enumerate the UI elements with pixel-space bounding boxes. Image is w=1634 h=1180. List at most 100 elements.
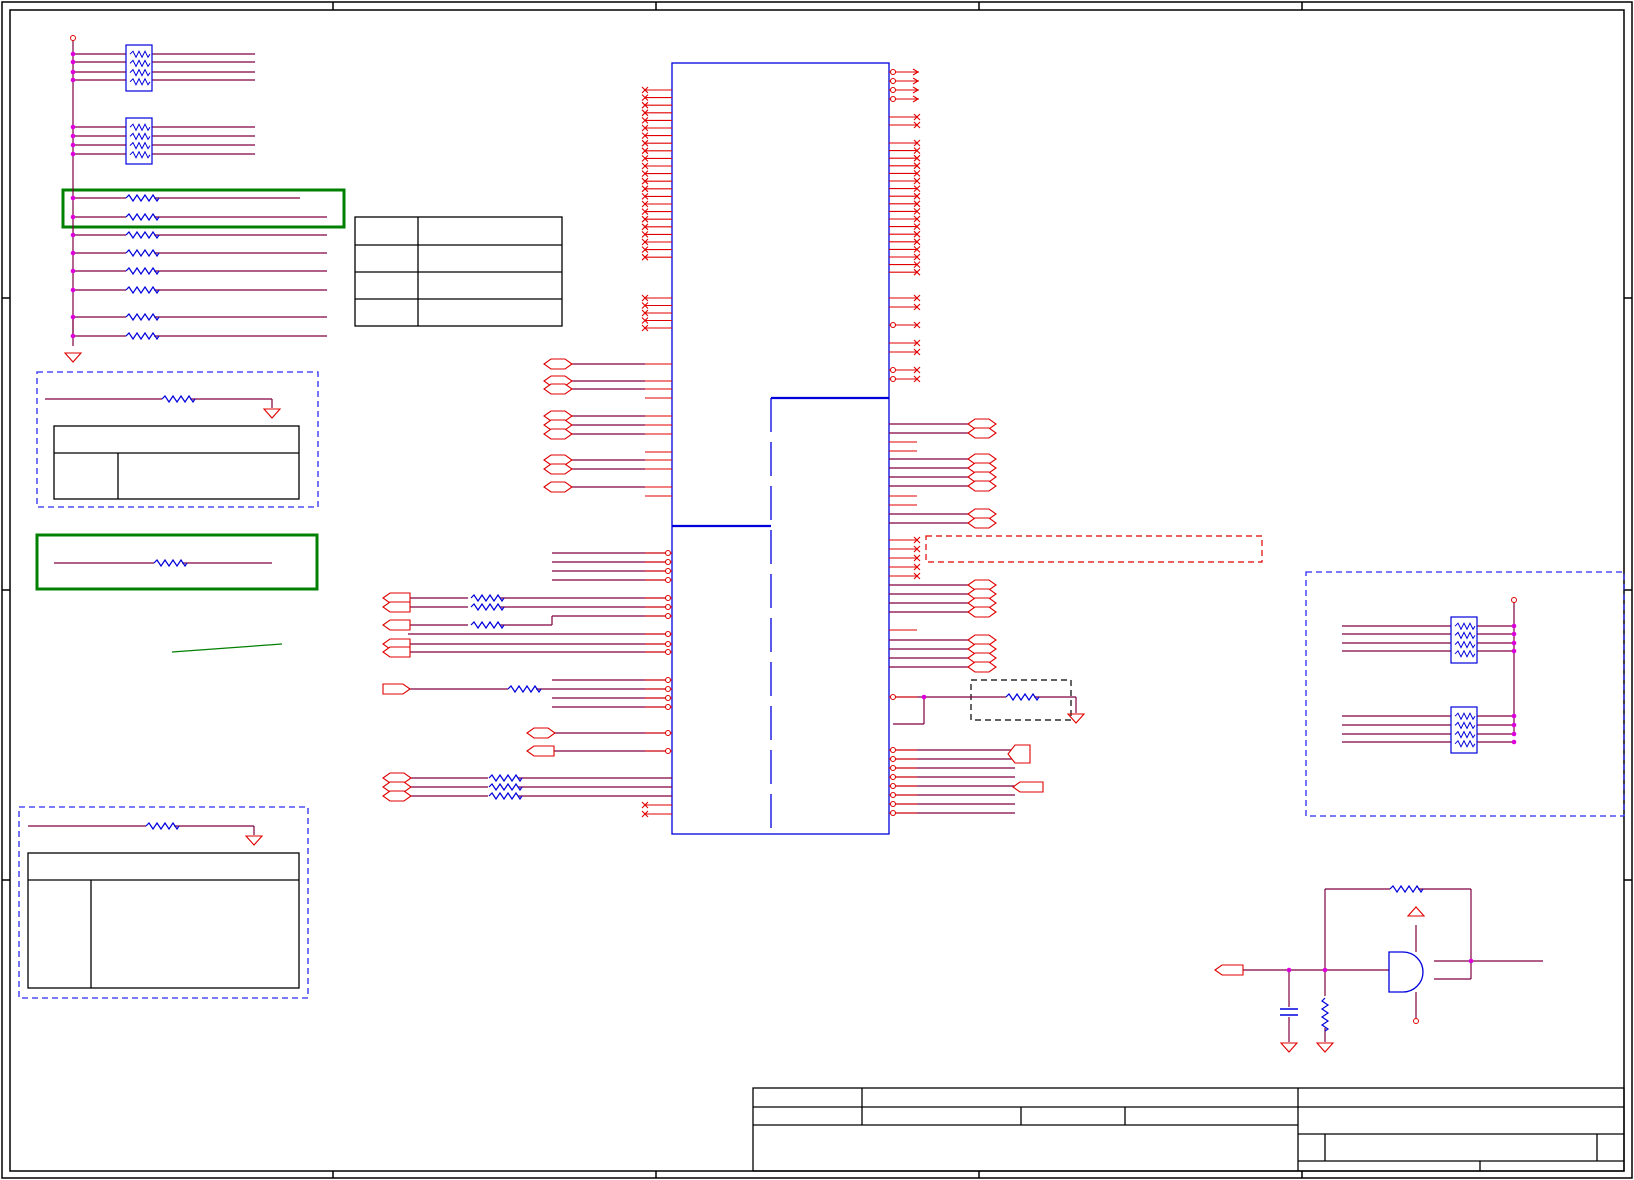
pin-bubble (664, 594, 672, 602)
port-connector (967, 427, 997, 439)
pin-bubble (664, 567, 672, 575)
pin-bubble (664, 558, 672, 566)
note-box-2 (18, 806, 309, 999)
resistor-icon (1320, 997, 1330, 1032)
note-box-1 (36, 371, 319, 508)
pin-bubble (664, 703, 672, 711)
port-connector (967, 480, 997, 492)
port-connector (543, 383, 573, 395)
resistor-zigzag (129, 50, 151, 59)
pin-bubble (664, 612, 672, 620)
resistor-zigzag (1454, 721, 1476, 730)
junction-dot (70, 124, 76, 130)
pin-bubble (889, 755, 897, 763)
resistor-zigzag (129, 132, 151, 141)
junction-dot (70, 151, 76, 157)
resistor-icon (470, 620, 505, 630)
pin-bubble (889, 746, 897, 754)
junction-dot (1322, 967, 1328, 973)
main-ic (671, 62, 890, 835)
highlight-box-1 (61, 188, 346, 229)
port-connector (967, 661, 997, 673)
port-connector (967, 517, 997, 529)
pin-bubble (889, 764, 897, 772)
highlight-box-2 (35, 533, 319, 591)
junction-dot (70, 333, 76, 339)
resistor-zigzag (1454, 712, 1476, 721)
pin-bubble (889, 800, 897, 808)
junction-dot (1511, 713, 1517, 719)
resistor-icon (488, 782, 523, 792)
power-pin (1511, 597, 1517, 603)
junction-dot (1511, 722, 1517, 728)
junction-dot (1511, 731, 1517, 737)
port-connector (967, 606, 997, 618)
port-connector (382, 619, 411, 631)
pin-bubble (664, 729, 672, 737)
junction-dot (1511, 631, 1517, 637)
pin-bubble (889, 86, 897, 94)
resistor-icon (470, 593, 505, 603)
junction-dot (70, 195, 76, 201)
resistor-zigzag (1454, 631, 1476, 640)
ground-symbol (244, 835, 264, 846)
junction-dot (1511, 739, 1517, 745)
ground-symbol (1279, 1042, 1299, 1053)
pin-bubble (889, 77, 897, 85)
junction-dot (70, 314, 76, 320)
junction-dot (1286, 967, 1292, 973)
pin-bubble (889, 782, 897, 790)
junction-dot (70, 268, 76, 274)
pin-bubble (889, 375, 897, 383)
junction-dot (1511, 648, 1517, 654)
pin-bubble (664, 549, 672, 557)
port-connector (526, 727, 556, 739)
port-connector (526, 745, 555, 757)
option-table-left-1 (53, 425, 300, 500)
pin-bubble (889, 366, 897, 374)
junction-dot (1511, 623, 1517, 629)
pin-bubble (664, 603, 672, 611)
resistor-zigzag (1454, 730, 1476, 739)
pin-bubble (664, 694, 672, 702)
resistor-zigzag (129, 77, 151, 86)
junction-dot (70, 142, 76, 148)
pin-bubble (664, 640, 672, 648)
pin-bubble (889, 809, 897, 817)
pin-bubble (889, 791, 897, 799)
pin-bubble (889, 95, 897, 103)
resistor-zigzag (1454, 739, 1476, 748)
pin-bubble (664, 648, 672, 656)
port-connector (1012, 781, 1044, 793)
port-connector (382, 683, 411, 695)
junction-dot (70, 287, 76, 293)
port-connector (1214, 964, 1244, 976)
pin-bubble (1413, 1018, 1419, 1024)
resistor-icon (470, 602, 505, 612)
port-connector (543, 463, 573, 475)
ground-symbol (63, 352, 83, 363)
junction-dot (70, 69, 76, 75)
resistor-zigzag (129, 68, 151, 77)
port-connector (382, 790, 412, 802)
junction-dot (70, 250, 76, 256)
junction-dot (70, 51, 76, 57)
title-block (752, 1087, 1625, 1172)
junction-dot (70, 214, 76, 220)
resistor-zigzag (1454, 622, 1476, 631)
ground-symbol (1315, 1042, 1335, 1053)
junction-dot (921, 694, 927, 700)
port-connector (543, 358, 573, 370)
pin-bubble (664, 630, 672, 638)
pin-bubble (889, 321, 897, 329)
ic-pins (641, 68, 921, 818)
option-table-left-2 (27, 852, 300, 989)
stray-green-line (171, 643, 283, 653)
junction-dot (70, 232, 76, 238)
junction-dot (70, 77, 76, 83)
resistor-zigzag (129, 150, 151, 159)
port-connector (543, 428, 573, 440)
resistor-zigzag (1454, 649, 1476, 658)
schematic-sheet (1, 1, 1633, 1179)
port-connector (382, 601, 411, 613)
